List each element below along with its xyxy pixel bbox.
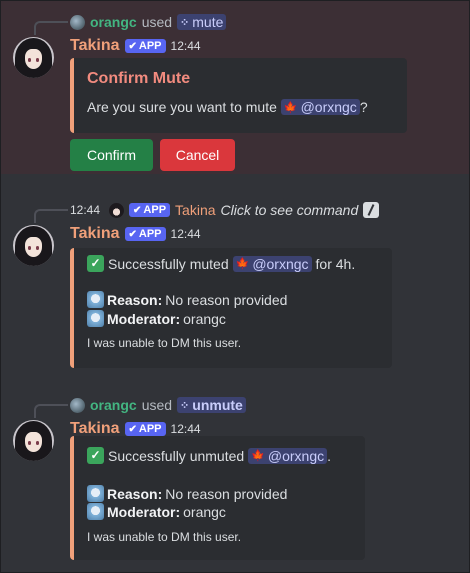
- reason-icon: [87, 485, 104, 502]
- maple-leaf-icon: 🍁: [235, 258, 250, 270]
- mention-text: @orxngc: [267, 447, 325, 464]
- author-name[interactable]: Takina: [70, 225, 120, 243]
- reason-value: No reason provided: [165, 485, 288, 502]
- result-suffix: for 4h.: [315, 255, 356, 272]
- confirm-embed: Confirm Mute Are you sure you want to mu…: [70, 58, 407, 133]
- command-name: unmute: [192, 397, 243, 413]
- interaction-reference[interactable]: 12:44 ✔ APP Takina Click to see command: [70, 201, 380, 219]
- verified-check-icon: ✔: [133, 204, 142, 216]
- timestamp[interactable]: 12:44: [171, 39, 201, 53]
- reason-label: Reason:: [107, 485, 163, 502]
- moderator-label: Moderator:: [107, 310, 181, 327]
- message-header: Takina ✔ APP 12:44: [70, 36, 201, 56]
- mention-text: @orxngc: [300, 99, 357, 115]
- user-mention[interactable]: 🍁 @orxngc: [232, 255, 312, 272]
- takina-mini-avatar-icon: [109, 202, 125, 218]
- result-embed: ✓ Successfully unmuted 🍁 @orxngc. Reason:…: [70, 436, 365, 560]
- command-mention[interactable]: ⁘ mute: [177, 14, 227, 30]
- moderator-field: Moderator: orangc: [87, 310, 226, 327]
- takina-avatar[interactable]: [13, 420, 54, 461]
- moderator-field: Moderator: orangc: [87, 503, 226, 520]
- app-badge: ✔ APP: [124, 39, 166, 53]
- slash-command-icon: [363, 202, 380, 218]
- moderator-value: orangc: [183, 503, 226, 520]
- reference-used-text: used: [141, 397, 173, 413]
- dm-note: I was unable to DM this user.: [87, 530, 242, 544]
- orangc-avatar-icon[interactable]: [70, 397, 85, 413]
- reply-connector: [34, 21, 68, 35]
- check-mark-icon: ✓: [87, 255, 104, 272]
- user-mention[interactable]: 🍁 @orxngc: [248, 447, 328, 464]
- app-badge-label: APP: [138, 40, 162, 52]
- result-prefix: Successfully muted: [108, 255, 229, 272]
- embed-title: Confirm Mute: [87, 70, 191, 87]
- verified-check-icon: ✔: [128, 423, 137, 435]
- embed-description: Are you sure you want to mute 🍁 @orxngc?: [87, 99, 368, 115]
- result-line: ✓ Successfully unmuted 🍁 @orxngc.: [87, 447, 331, 464]
- verified-check-icon: ✔: [128, 228, 137, 240]
- moderator-label: Moderator:: [107, 503, 181, 520]
- maple-leaf-icon: 🍁: [283, 101, 298, 114]
- reason-value: No reason provided: [165, 291, 288, 308]
- command-reference[interactable]: orangc used ⁘ unmute: [70, 396, 246, 414]
- author-name[interactable]: Takina: [70, 37, 120, 55]
- message-unmute-result: orangc used ⁘ unmute Takina ✔ APP 12:44 ✓ …: [1, 384, 469, 572]
- reason-label: Reason:: [107, 291, 163, 308]
- result-prefix: Successfully unmuted: [108, 447, 245, 464]
- user-mention[interactable]: 🍁 @orxngc: [280, 99, 360, 115]
- reference-username[interactable]: orangc: [90, 14, 137, 30]
- reply-connector: [34, 404, 68, 418]
- message-confirm-mute: orangc used ⁘ mute Takina ✔ APP 12:44 Conf…: [1, 1, 469, 174]
- moderator-value: orangc: [183, 310, 226, 327]
- orangc-avatar-icon[interactable]: [70, 14, 85, 30]
- reference-username[interactable]: orangc: [90, 397, 137, 413]
- timestamp[interactable]: 12:44: [171, 422, 201, 436]
- reply-connector: [34, 209, 68, 223]
- maple-leaf-icon: 🍁: [251, 450, 265, 462]
- slash-command-icon: ⁘: [180, 16, 190, 29]
- moderator-icon: [87, 310, 104, 327]
- command-mention[interactable]: ⁘ unmute: [177, 397, 246, 413]
- message-header: Takina ✔ APP 12:44: [70, 224, 201, 244]
- reason-field: Reason: No reason provided: [87, 485, 287, 502]
- embed-desc-suffix: ?: [359, 99, 368, 115]
- reference-used-text: used: [141, 14, 173, 30]
- timestamp[interactable]: 12:44: [171, 227, 201, 241]
- confirm-button[interactable]: Confirm: [70, 139, 153, 171]
- slash-command-icon: ⁘: [180, 399, 190, 412]
- message-mute-result: 12:44 ✔ APP Takina Click to see command T…: [1, 189, 469, 379]
- app-badge: ✔ APP: [124, 227, 166, 241]
- command-name: mute: [192, 14, 224, 30]
- app-badge: ✔ APP: [129, 203, 171, 217]
- result-embed: ✓ Successfully muted 🍁 @orxngc for 4h. Re…: [70, 248, 392, 368]
- mention-text: @orxngc: [252, 255, 309, 272]
- reason-field: Reason: No reason provided: [87, 291, 287, 308]
- moderator-icon: [87, 503, 104, 520]
- app-badge-label: APP: [143, 204, 167, 216]
- click-to-see-command[interactable]: Click to see command: [221, 202, 359, 218]
- reference-time: 12:44: [70, 203, 101, 217]
- verified-check-icon: ✔: [128, 40, 137, 52]
- result-suffix: .: [327, 447, 332, 464]
- embed-desc-prefix: Are you sure you want to mute: [87, 99, 277, 115]
- dm-note: I was unable to DM this user.: [87, 336, 242, 350]
- reason-icon: [87, 291, 104, 308]
- cancel-button[interactable]: Cancel: [160, 139, 235, 171]
- reference-author[interactable]: Takina: [175, 202, 215, 218]
- takina-avatar[interactable]: [13, 37, 54, 78]
- app-badge-label: APP: [138, 423, 162, 435]
- takina-avatar[interactable]: [13, 225, 54, 266]
- app-badge-label: APP: [138, 228, 162, 240]
- result-line: ✓ Successfully muted 🍁 @orxngc for 4h.: [87, 255, 355, 272]
- app-badge: ✔ APP: [124, 422, 166, 436]
- command-reference[interactable]: orangc used ⁘ mute: [70, 13, 227, 31]
- check-mark-icon: ✓: [87, 447, 104, 464]
